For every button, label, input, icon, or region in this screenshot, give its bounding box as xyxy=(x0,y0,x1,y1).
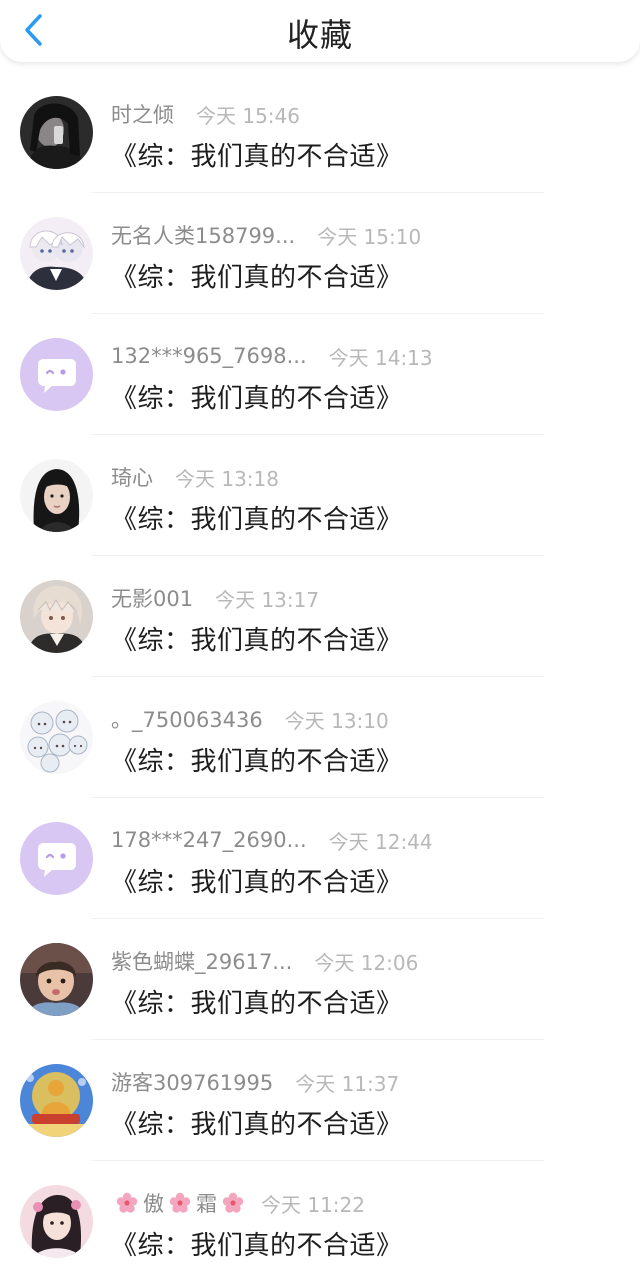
avatar[interactable] xyxy=(20,1185,93,1258)
timestamp: 今天 14:13 xyxy=(328,345,433,370)
author-name[interactable]: 游客309761995 xyxy=(111,1067,273,1097)
timestamp: 今天 12:44 xyxy=(328,829,433,854)
timestamp: 今天 12:06 xyxy=(314,950,419,975)
default-avatar-icon xyxy=(20,822,93,895)
list-item[interactable]: 紫色蝴蝶_29617... 今天 12:06 《综：我们真的不合适》 xyxy=(0,919,640,1040)
book-title[interactable]: 《综：我们真的不合适》 xyxy=(111,862,403,899)
author-name[interactable]: 傲 霜 xyxy=(143,1188,217,1218)
book-title[interactable]: 《综：我们真的不合适》 xyxy=(111,136,403,173)
item-meta: 178***247_2690... 今天 12:44 xyxy=(111,825,433,855)
author-name[interactable]: 178***247_2690... xyxy=(111,828,307,852)
item-meta: 紫色蝴蝶_29617... 今天 12:06 xyxy=(111,946,418,976)
item-meta: 时之倾 今天 15:46 xyxy=(111,99,300,129)
book-title[interactable]: 《综：我们真的不合适》 xyxy=(111,378,403,415)
timestamp: 今天 13:10 xyxy=(284,708,389,733)
author-name[interactable]: 琦心 xyxy=(111,462,153,492)
list-item[interactable]: 傲 霜 今天 11:22 《综：我们真的不合适》 xyxy=(0,1161,640,1282)
favorites-list: 时之倾 今天 15:46 《综：我们真的不合适》 无名人类158799... 今… xyxy=(0,72,640,1282)
item-meta: 132***965_7698... 今天 14:13 xyxy=(111,341,433,371)
list-item[interactable]: 游客309761995 今天 11:37 《综：我们真的不合适》 xyxy=(0,1040,640,1161)
book-title[interactable]: 《综：我们真的不合适》 xyxy=(111,499,403,536)
item-meta: 无影001 今天 13:17 xyxy=(111,583,319,613)
avatar[interactable] xyxy=(20,580,93,653)
avatar[interactable] xyxy=(20,96,93,169)
book-title[interactable]: 《综：我们真的不合适》 xyxy=(111,983,403,1020)
avatar[interactable] xyxy=(20,822,93,895)
default-avatar-icon xyxy=(20,338,93,411)
list-item[interactable]: 178***247_2690... 今天 12:44 《综：我们真的不合适》 xyxy=(0,798,640,919)
avatar[interactable] xyxy=(20,701,93,774)
avatar[interactable] xyxy=(20,1064,93,1137)
item-meta: 游客309761995 今天 11:37 xyxy=(111,1067,399,1097)
author-name[interactable]: 132***965_7698... xyxy=(111,344,307,368)
timestamp: 今天 11:37 xyxy=(295,1071,400,1096)
list-item[interactable]: 时之倾 今天 15:46 《综：我们真的不合适》 xyxy=(0,72,640,193)
author-name[interactable]: 紫色蝴蝶_29617... xyxy=(111,946,292,976)
book-title[interactable]: 《综：我们真的不合适》 xyxy=(111,1104,403,1141)
book-title[interactable]: 《综：我们真的不合适》 xyxy=(111,741,403,778)
book-title[interactable]: 《综：我们真的不合适》 xyxy=(111,257,403,294)
timestamp: 今天 13:17 xyxy=(215,587,320,612)
timestamp: 今天 15:10 xyxy=(317,224,422,249)
item-meta: 傲 霜 今天 11:22 xyxy=(111,1188,365,1218)
list-item[interactable]: 琦心 今天 13:18 《综：我们真的不合适》 xyxy=(0,435,640,556)
timestamp: 今天 15:46 xyxy=(196,103,300,128)
cherry-blossom-icon xyxy=(222,1192,244,1213)
list-item[interactable]: 无影001 今天 13:17 《综：我们真的不合适》 xyxy=(0,556,640,677)
book-title[interactable]: 《综：我们真的不合适》 xyxy=(111,620,403,657)
list-item[interactable]: 132***965_7698... 今天 14:13 《综：我们真的不合适》 xyxy=(0,314,640,435)
item-meta: 。_750063436 今天 13:10 xyxy=(111,704,389,734)
cherry-blossom-icon xyxy=(169,1192,191,1213)
author-name[interactable]: 。_750063436 xyxy=(111,704,263,734)
author-name[interactable]: 无影001 xyxy=(111,583,193,613)
page-title: 收藏 xyxy=(286,16,353,54)
list-item[interactable]: 无名人类158799... 今天 15:10 《综：我们真的不合适》 xyxy=(0,193,640,314)
book-title[interactable]: 《综：我们真的不合适》 xyxy=(111,1225,403,1262)
avatar[interactable] xyxy=(20,217,93,290)
item-meta: 琦心 今天 13:18 xyxy=(111,462,279,492)
list-item[interactable]: 。_750063436 今天 13:10 《综：我们真的不合适》 xyxy=(0,677,640,798)
avatar[interactable] xyxy=(20,459,93,532)
timestamp: 今天 11:22 xyxy=(261,1192,365,1217)
item-meta: 无名人类158799... 今天 15:10 xyxy=(111,220,421,250)
cherry-blossom-icon xyxy=(116,1192,138,1213)
avatar[interactable] xyxy=(20,338,93,411)
author-name[interactable]: 无名人类158799... xyxy=(111,220,295,250)
author-name[interactable]: 时之倾 xyxy=(111,99,174,129)
avatar[interactable] xyxy=(20,943,93,1016)
timestamp: 今天 13:18 xyxy=(175,466,279,491)
header-bar: 收藏 xyxy=(0,0,640,62)
